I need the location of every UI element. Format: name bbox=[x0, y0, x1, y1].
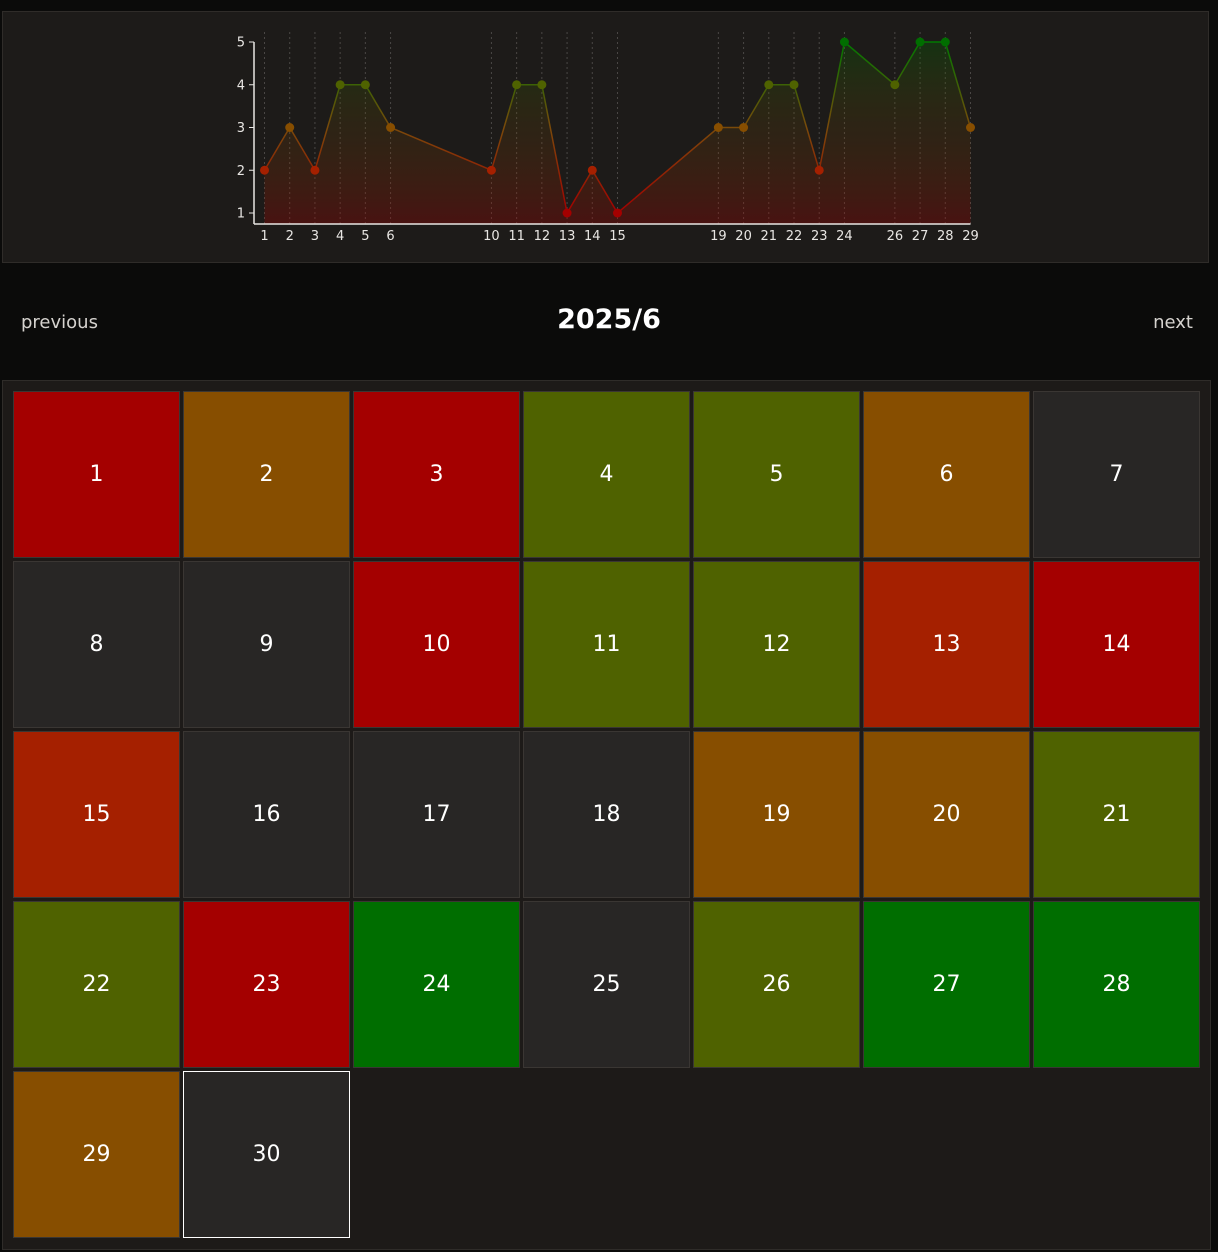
x-tick-label: 15 bbox=[609, 229, 626, 244]
data-point bbox=[562, 208, 572, 218]
calendar-day[interactable]: 20 bbox=[863, 731, 1030, 898]
mood-chart-panel: 1 2 3 4 5 1 2 3 4 5 6 10 11 12 13 14 15 19 20 21 22 23 24 26 27 2… bbox=[2, 11, 1209, 263]
data-point bbox=[915, 37, 925, 47]
x-tick-label: 29 bbox=[962, 229, 979, 244]
calendar-day[interactable]: 13 bbox=[863, 561, 1030, 728]
calendar-panel: 1 2 3 4 5 6 7 8 9 10 11 12 13 14 15 16 17 18 19 20 21 22 23 24 2… bbox=[2, 380, 1211, 1250]
calendar-day[interactable]: 9 bbox=[183, 561, 350, 728]
calendar-day[interactable]: 29 bbox=[13, 1071, 180, 1238]
calendar-day[interactable]: 30 bbox=[183, 1071, 350, 1238]
x-tick-label: 10 bbox=[483, 229, 500, 244]
data-point bbox=[739, 123, 749, 132]
calendar-day[interactable]: 15 bbox=[13, 731, 180, 898]
data-point bbox=[260, 165, 269, 175]
data-point bbox=[839, 37, 849, 47]
calendar-day[interactable]: 7 bbox=[1033, 391, 1200, 558]
x-tick-label: 23 bbox=[811, 229, 828, 244]
x-tick-label: 28 bbox=[937, 229, 954, 244]
calendar-day[interactable]: 12 bbox=[693, 561, 860, 728]
calendar-day[interactable]: 4 bbox=[523, 391, 690, 558]
x-tick-label: 27 bbox=[912, 229, 929, 244]
x-tick-label: 6 bbox=[386, 229, 394, 244]
calendar-grid: 1 2 3 4 5 6 7 8 9 10 11 12 13 14 15 16 17 18 19 20 21 22 23 24 2… bbox=[13, 391, 1200, 1238]
x-tick-label: 11 bbox=[508, 229, 525, 244]
calendar-day[interactable]: 8 bbox=[13, 561, 180, 728]
calendar-day[interactable]: 23 bbox=[183, 901, 350, 1068]
x-tick-label: 12 bbox=[534, 229, 551, 244]
calendar-day[interactable]: 22 bbox=[13, 901, 180, 1068]
data-point bbox=[890, 80, 900, 90]
calendar-day[interactable]: 1 bbox=[13, 391, 180, 558]
calendar-day[interactable]: 17 bbox=[353, 731, 520, 898]
calendar-day[interactable]: 14 bbox=[1033, 561, 1200, 728]
month-navigation: previous 2025/6 next bbox=[0, 290, 1218, 358]
next-month-button[interactable]: next bbox=[1153, 312, 1193, 333]
x-tick-label: 1 bbox=[260, 229, 268, 244]
x-tick-label: 4 bbox=[336, 229, 344, 244]
calendar-day[interactable]: 5 bbox=[693, 391, 860, 558]
calendar-day[interactable]: 2 bbox=[183, 391, 350, 558]
x-tick-label: 2 bbox=[286, 229, 294, 244]
x-tick-label: 21 bbox=[761, 229, 778, 244]
y-tick-label: 4 bbox=[237, 78, 245, 93]
calendar-day[interactable]: 11 bbox=[523, 561, 690, 728]
calendar-day[interactable]: 16 bbox=[183, 731, 350, 898]
data-point bbox=[486, 165, 496, 175]
data-point bbox=[310, 165, 320, 175]
x-tick-label: 3 bbox=[311, 229, 319, 244]
y-tick-label: 2 bbox=[237, 164, 245, 179]
calendar-day[interactable]: 28 bbox=[1033, 901, 1200, 1068]
calendar-day[interactable]: 19 bbox=[693, 731, 860, 898]
mood-line-chart: 123451 2 3 4 5 6 10 11 12 13 14 15 19 20 21 22 23 24 26 27 2… bbox=[237, 32, 979, 244]
data-point bbox=[764, 80, 774, 90]
calendar-day[interactable]: 6 bbox=[863, 391, 1030, 558]
data-point bbox=[335, 80, 345, 90]
data-point bbox=[966, 123, 975, 132]
x-tick-label: 14 bbox=[584, 229, 601, 244]
calendar-day[interactable]: 25 bbox=[523, 901, 690, 1068]
calendar-day[interactable]: 24 bbox=[353, 901, 520, 1068]
x-tick-label: 24 bbox=[836, 229, 853, 244]
calendar-day[interactable]: 3 bbox=[353, 391, 520, 558]
calendar-day[interactable]: 26 bbox=[693, 901, 860, 1068]
x-tick-label: 26 bbox=[887, 229, 904, 244]
data-point bbox=[587, 165, 597, 175]
x-tick-label: 19 bbox=[710, 229, 727, 244]
data-point bbox=[360, 80, 370, 90]
x-tick-label: 20 bbox=[735, 229, 752, 244]
calendar-day[interactable]: 21 bbox=[1033, 731, 1200, 898]
x-tick-label: 13 bbox=[559, 229, 576, 244]
data-point bbox=[613, 208, 622, 218]
x-tick-label: 5 bbox=[361, 229, 369, 244]
calendar-day[interactable]: 10 bbox=[353, 561, 520, 728]
data-point bbox=[537, 80, 547, 90]
calendar-day[interactable]: 18 bbox=[523, 731, 690, 898]
data-point bbox=[814, 165, 824, 175]
data-point bbox=[512, 80, 522, 90]
data-point bbox=[789, 80, 799, 90]
y-tick-label: 3 bbox=[237, 121, 245, 136]
data-point bbox=[940, 37, 950, 47]
data-point bbox=[386, 123, 396, 132]
y-tick-label: 1 bbox=[237, 207, 245, 222]
y-tick-label: 5 bbox=[237, 36, 245, 51]
month-title: 2025/6 bbox=[557, 304, 661, 335]
data-point bbox=[713, 123, 723, 132]
x-tick-label: 22 bbox=[786, 229, 803, 244]
calendar-day[interactable]: 27 bbox=[863, 901, 1030, 1068]
data-point bbox=[285, 123, 295, 132]
